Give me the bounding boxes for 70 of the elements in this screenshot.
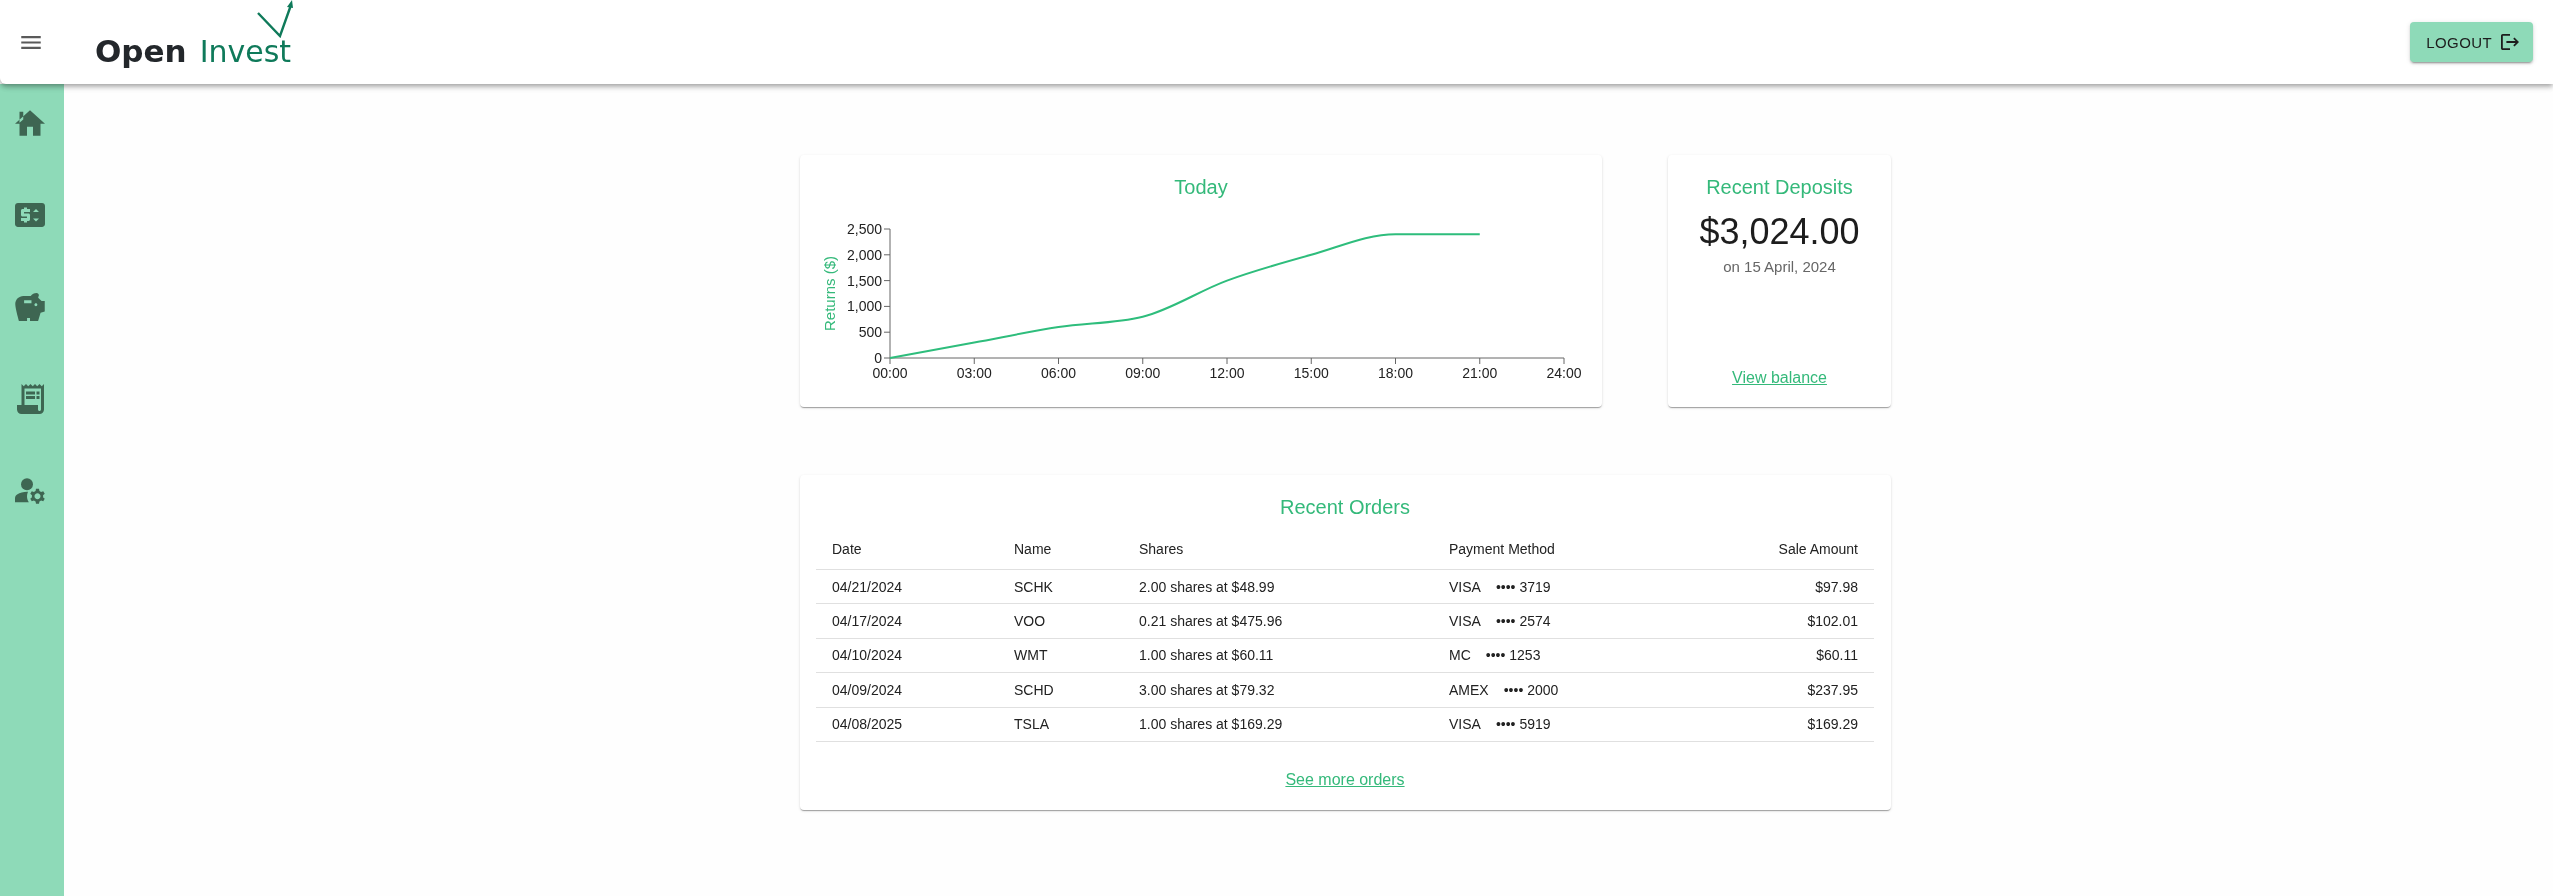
card-brand: VISA [1449, 716, 1481, 733]
table-cell: 0.21 shares at $475.96 [1139, 613, 1283, 630]
table-cell: 1.00 shares at $169.29 [1139, 716, 1283, 733]
table-cell: $237.95 [1807, 681, 1858, 698]
table-cell: $169.29 [1807, 716, 1858, 733]
logo-text: Invest [199, 34, 292, 69]
table-cell: 04/10/2024 [832, 647, 903, 664]
axis-tick-label: 00:00 [872, 365, 908, 381]
deposit-date: on 15 April, 2024 [1723, 257, 1836, 277]
axis-tick-label: 1,000 [846, 298, 882, 315]
axis-tick-label: 18:00 [1378, 365, 1413, 381]
column-header: Sale Amount [1778, 540, 1858, 557]
axis-tick-label: 15:00 [1293, 365, 1329, 381]
menu-icon [21, 35, 41, 49]
logout-button[interactable]: LOGOUT [2410, 22, 2533, 62]
chart-title: Today [1173, 175, 1229, 199]
menu-button[interactable] [21, 35, 41, 49]
view-balance-link[interactable]: View balance [1732, 368, 1827, 388]
table-cell: 04/08/2025 [832, 716, 903, 733]
table-cell: $102.01 [1807, 613, 1858, 630]
axis-tick-label: 03:00 [956, 365, 992, 381]
axis-tick-label: 500 [858, 324, 882, 341]
axis-title: Returns ($) [821, 256, 838, 331]
table-cell: VOO [1014, 613, 1046, 630]
piggy-bank-icon [15, 293, 45, 321]
table-cell: TSLA [1014, 716, 1049, 733]
house-icon [15, 110, 45, 136]
axis-tick-label: 12:00 [1209, 365, 1245, 381]
axis-tick-label: 2,000 [846, 246, 882, 263]
see-more-orders-link[interactable]: See more orders [1285, 769, 1405, 790]
axis-tick-label: 24:00 [1546, 365, 1582, 381]
table-cell: 04/09/2024 [832, 681, 903, 698]
card-number: •••• 1253 [1485, 647, 1541, 664]
deposit-amount: $3,024.00 [1699, 211, 1860, 253]
table-cell: 1.00 shares at $60.11 [1139, 647, 1274, 664]
table-cell: SCHK [1014, 578, 1053, 595]
price-change-icon [15, 203, 45, 227]
logo-text: Open [95, 33, 187, 68]
table-cell: 3.00 shares at $79.32 [1139, 681, 1275, 698]
card-brand: VISA [1449, 578, 1481, 595]
table-cell: $97.98 [1815, 578, 1858, 595]
axis-tick-label: 09:00 [1125, 365, 1161, 381]
column-header: Date [832, 540, 862, 557]
card-number: •••• 5919 [1495, 716, 1551, 733]
table-cell: $60.11 [1816, 647, 1858, 664]
axis-tick-label: 21:00 [1462, 365, 1498, 381]
axis-tick-label: 0 [874, 350, 882, 366]
card-number: •••• 2000 [1503, 681, 1559, 698]
trend-arrow-icon [257, 0, 293, 38]
card-number: •••• 2574 [1495, 613, 1551, 630]
card-brand: MC [1449, 647, 1471, 664]
table-cell: 04/21/2024 [832, 578, 903, 595]
card-brand: VISA [1449, 613, 1481, 630]
column-header: Payment Method [1449, 540, 1555, 557]
axis-tick-label: 1,500 [846, 272, 882, 289]
card-brand: AMEX [1449, 681, 1489, 698]
column-header: Name [1014, 540, 1052, 557]
card-title: Recent Deposits [1706, 175, 1853, 199]
logout-icon [2501, 33, 2519, 51]
card-number: •••• 3719 [1495, 578, 1551, 595]
user-gear-icon [15, 478, 45, 504]
table-cell: 2.00 shares at $48.99 [1139, 578, 1275, 595]
card-title: Recent Orders [1279, 495, 1411, 519]
receipt-icon [16, 384, 44, 414]
table-cell: SCHD [1014, 681, 1054, 698]
axis-tick-label: 2,500 [846, 221, 882, 237]
table-cell: WMT [1014, 647, 1048, 664]
axis-tick-label: 06:00 [1041, 365, 1076, 381]
column-header: Shares [1139, 540, 1184, 557]
table-cell: 04/17/2024 [832, 613, 903, 630]
